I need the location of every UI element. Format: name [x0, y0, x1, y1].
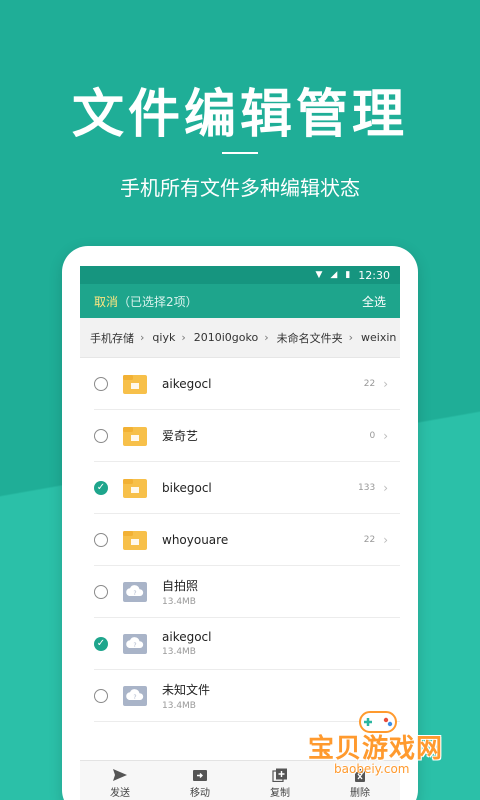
svg-text:?: ? — [133, 642, 136, 649]
checkbox[interactable] — [94, 584, 108, 599]
file-name: aikegocl — [162, 376, 212, 391]
copy-label: 复制 — [270, 788, 290, 799]
checkbox-checked[interactable]: ✓ — [94, 636, 108, 651]
file-size: 13.4MB — [162, 647, 196, 657]
file-info: whoyouare — [162, 533, 364, 547]
watermark-text: 宝贝游戏网 — [308, 734, 444, 764]
file-name: 自拍照 — [162, 578, 199, 593]
checkbox[interactable] — [94, 428, 108, 443]
file-row[interactable]: 爱奇艺 0 › — [94, 410, 400, 462]
checkbox[interactable] — [94, 532, 108, 547]
unknown-file-icon: ? — [123, 633, 147, 654]
chevron-right-icon: › — [140, 331, 145, 344]
chevron-right-icon: › — [383, 428, 388, 443]
file-name: 未知文件 — [162, 682, 211, 697]
file-list: aikegocl 22 › 爱奇艺 0 › ✓ bikegocl 133 › w… — [80, 358, 400, 722]
breadcrumb-item[interactable]: qiyk — [152, 331, 175, 344]
file-info: aikegocl — [162, 377, 364, 391]
folder-icon — [123, 426, 147, 446]
folder-icon — [123, 478, 147, 498]
file-name: whoyouare — [162, 532, 229, 547]
chevron-right-icon: › — [383, 532, 388, 547]
file-name: bikegocl — [162, 480, 212, 495]
select-all-button[interactable]: 全选 — [362, 293, 386, 310]
svg-text:?: ? — [133, 590, 136, 597]
send-button[interactable]: 发送 — [90, 768, 150, 799]
file-size: 13.4MB — [162, 596, 196, 607]
chevron-right-icon: › — [383, 480, 388, 495]
file-info: 自拍照 13.4MB — [162, 577, 400, 607]
site-watermark: 宝贝游戏网 baobeiy.com — [300, 706, 460, 780]
chevron-right-icon: › — [264, 331, 269, 344]
copy-icon — [272, 768, 287, 782]
promo-divider — [222, 152, 258, 154]
delete-label: 删除 — [350, 788, 370, 799]
file-name: 爱奇艺 — [162, 429, 199, 443]
breadcrumb-item[interactable]: 2010i0goko — [194, 331, 258, 344]
unknown-file-icon: ? — [123, 581, 147, 602]
checkbox[interactable] — [94, 688, 108, 703]
file-row[interactable]: whoyouare 22 › — [94, 514, 400, 566]
checkbox-checked[interactable]: ✓ — [94, 480, 108, 495]
item-count: 133 — [358, 482, 376, 493]
breadcrumb-item[interactable]: 手机存储 — [90, 330, 134, 346]
move-icon — [193, 770, 207, 781]
breadcrumb: 手机存储 › qiyk › 2010i0goko › 未命名文件夹 › weix… — [80, 318, 400, 358]
breadcrumb-item[interactable]: 未命名文件夹 — [277, 330, 343, 346]
unknown-file-icon: ? — [123, 685, 147, 706]
watermark-url: baobeiy.com — [334, 762, 410, 776]
chevron-right-icon: › — [181, 331, 186, 344]
chevron-right-icon: › — [348, 331, 354, 344]
file-row[interactable]: ✓ bikegocl 133 › — [94, 462, 400, 514]
checkbox[interactable] — [94, 376, 108, 391]
send-label: 发送 — [110, 788, 130, 799]
file-info: bikegocl — [162, 481, 358, 495]
wifi-icon: ▼ — [315, 270, 323, 280]
item-count: 22 — [363, 378, 376, 389]
send-icon — [113, 769, 127, 781]
selection-header: 取消（已选择2项） — [94, 293, 198, 310]
promo-title: 文件编辑管理 — [71, 84, 408, 145]
status-bar: ▼ ◢ ▮ 12:30 — [80, 266, 400, 284]
file-row[interactable]: ✓ ? aikegocl 13.4MB — [94, 618, 400, 670]
item-count: 22 — [363, 534, 376, 545]
item-count: 0 — [369, 430, 376, 441]
breadcrumb-item[interactable]: weixin — [361, 331, 396, 344]
move-button[interactable]: 移动 — [170, 768, 230, 799]
svg-text:?: ? — [133, 694, 136, 701]
folder-icon — [123, 530, 147, 550]
app-bar: 取消（已选择2项） 全选 — [80, 284, 400, 318]
status-time: 12:30 — [358, 268, 390, 282]
file-info: aikegocl 13.4MB — [162, 630, 400, 657]
move-label: 移动 — [190, 788, 210, 799]
battery-icon: ▮ — [345, 270, 351, 280]
chevron-right-icon: › — [383, 376, 388, 391]
file-row[interactable]: ? 自拍照 13.4MB — [94, 566, 400, 618]
selection-count: （已选择2项） — [118, 294, 198, 309]
cancel-button[interactable]: 取消 — [94, 295, 118, 309]
folder-icon — [123, 374, 147, 394]
file-row[interactable]: aikegocl 22 › — [94, 358, 400, 410]
signal-icon: ◢ — [330, 270, 338, 280]
file-info: 爱奇艺 — [162, 427, 369, 444]
promo-subtitle: 手机所有文件多种编辑状态 — [120, 176, 360, 200]
file-name: aikegocl — [162, 630, 212, 644]
